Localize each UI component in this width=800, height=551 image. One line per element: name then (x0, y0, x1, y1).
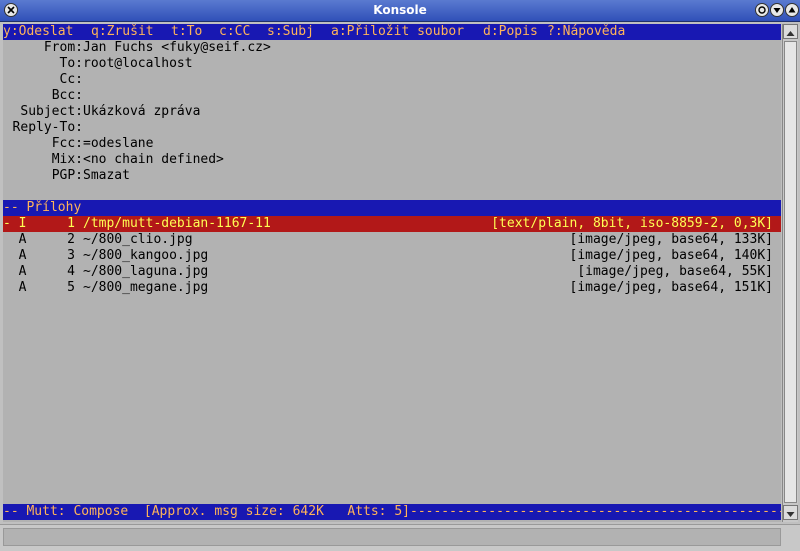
keybar-separator: : (10, 24, 19, 39)
maximize-button[interactable] (755, 3, 769, 17)
header-name: Reply-To: (12, 120, 83, 135)
keybar-key: t (171, 24, 179, 39)
header-field-cc[interactable]: Cc: (3, 72, 781, 88)
title-bar[interactable]: Konsole (0, 0, 800, 22)
keybar-key: s (267, 24, 275, 39)
header-value[interactable]: root@localhost (83, 56, 193, 72)
shade-button[interactable] (785, 3, 799, 17)
keybar-item-n-pov-da[interactable]: ?:Nápověda (547, 24, 625, 40)
attachment-row[interactable]: A 3 ~/800_kangoo.jpg [image/jpeg, base64, 1… (3, 248, 781, 264)
keybar-label: To (186, 24, 203, 39)
header-field-subject[interactable]: Subject: Ukázková zpráva (3, 104, 781, 120)
keybar-label: Zrušit (106, 24, 154, 39)
scrollbar[interactable] (782, 24, 798, 522)
attachment-number: 4 (67, 264, 75, 279)
keybar-separator: : (274, 24, 283, 39)
header-name: Cc: (59, 72, 83, 87)
attachment-path: ~/800_laguna.jpg (83, 264, 209, 279)
scroll-up-button[interactable] (783, 24, 798, 39)
header-value[interactable]: =odeslane (83, 136, 153, 152)
circle-icon (758, 6, 766, 14)
konsole-window: Konsole y:Odeslat q:Zrušit t:To c:CC s:Subj a… (0, 0, 800, 551)
keybar-item-cc[interactable]: c:CC (219, 24, 250, 40)
attachment-info: [text/plain, 8bit, iso-8859-2, 0,3K] (491, 216, 773, 231)
minimize-button[interactable] (770, 3, 784, 17)
window-title: Konsole (373, 3, 427, 17)
header-name: From: (43, 40, 83, 55)
header-value[interactable]: <no chain defined> (83, 152, 224, 168)
header-name: Bcc: (51, 88, 83, 103)
status-bar: -- Mutt: Compose [Approx. msg size: 642K… (3, 504, 781, 520)
arrow-down-icon (786, 512, 795, 517)
session-tab-area[interactable] (3, 528, 781, 546)
keybar-item-subj[interactable]: s:Subj (267, 24, 314, 40)
attachment-number: 1 (67, 216, 75, 231)
keybar-label: Nápověda (562, 24, 626, 39)
attachment-number: 3 (67, 248, 75, 263)
header-name: Subject: (20, 104, 83, 119)
bottom-panel (0, 524, 800, 551)
attachment-path: /tmp/mutt-debian-1167-11 (83, 216, 271, 231)
keybar-item-popis[interactable]: d:Popis (483, 24, 538, 40)
attachment-info: [image/jpeg, base64, 133K] (569, 232, 774, 247)
terminal-area[interactable]: y:Odeslat q:Zrušit t:To c:CC s:Subj a:Přiloži… (3, 24, 781, 522)
keybar-label: Popis (498, 24, 538, 39)
header-value[interactable]: Jan Fuchs <fuky@seif.cz> (83, 40, 271, 56)
attachment-row[interactable]: A 5 ~/800_megane.jpg [image/jpeg, base64, 1… (3, 280, 781, 296)
scroll-down-button[interactable] (783, 505, 798, 520)
header-field-mix[interactable]: Mix: <no chain defined> (3, 152, 781, 168)
header-field-pgp[interactable]: PGP: Smazat (3, 168, 781, 184)
keybar-label: Subj (282, 24, 314, 39)
attachment-row[interactable]: A 2 ~/800_clio.jpg [image/jpeg, base64, 133… (3, 232, 781, 248)
status-text: -- Mutt: Compose [Approx. msg size: 642K… (3, 504, 781, 519)
attachments-section-header: -- Přílohy (3, 200, 781, 216)
attachment-path: ~/800_megane.jpg (83, 280, 209, 295)
attachment-path: ~/800_kangoo.jpg (83, 248, 209, 263)
keybar-label: Odeslat (18, 24, 74, 39)
scrollbar-thumb[interactable] (784, 41, 797, 503)
arrow-up-icon (786, 31, 795, 36)
header-name: Fcc: (51, 136, 83, 151)
header-field-to[interactable]: To: root@localhost (3, 56, 781, 72)
keybar-key: d (483, 24, 491, 39)
attachments-title: -- Přílohy (3, 200, 82, 215)
keybar-key: a (331, 24, 339, 39)
header-value[interactable]: Smazat (83, 168, 130, 184)
keybar-separator: : (338, 24, 347, 39)
key-help-bar: y:Odeslat q:Zrušit t:To c:CC s:Subj a:Přiloži… (3, 24, 781, 40)
keybar-item-p-ilo-it-soubor[interactable]: a:Přiložit soubor (331, 24, 464, 40)
header-field-from[interactable]: From: Jan Fuchs <fuky@seif.cz> (3, 40, 781, 56)
attachment-row[interactable]: A 4 ~/800_laguna.jpg [image/jpeg, base64, 5… (3, 264, 781, 280)
keybar-key: y (3, 24, 11, 39)
attachment-number: 5 (67, 280, 75, 295)
keybar-label: Přiložit soubor (346, 24, 465, 39)
keybar-separator: : (490, 24, 499, 39)
header-field-bcc[interactable]: Bcc: (3, 88, 781, 104)
keybar-separator: : (98, 24, 107, 39)
attachment-info: [image/jpeg, base64, 140K] (569, 248, 774, 263)
header-name: To: (59, 56, 83, 71)
triangle-down-icon (773, 8, 781, 13)
header-value[interactable]: Ukázková zpráva (83, 104, 200, 120)
keybar-item-odeslat[interactable]: y:Odeslat (3, 24, 73, 40)
attachment-row[interactable]: - I 1/tmp/mutt-debian-1167-11 [text/plain,… (3, 216, 781, 232)
header-field-fcc[interactable]: Fcc: =odeslane (3, 136, 781, 152)
keybar-item-zru-it[interactable]: q:Zrušit (91, 24, 154, 40)
keybar-key: c (219, 24, 227, 39)
attachment-info: [image/jpeg, base64, 55K] (577, 264, 773, 279)
header-field-reply-to[interactable]: Reply-To: (3, 120, 781, 136)
keybar-item-to[interactable]: t:To (171, 24, 202, 40)
keybar-key: q (91, 24, 99, 39)
keybar-label: CC (234, 24, 251, 39)
triangle-up-icon (788, 7, 796, 13)
keybar-separator: : (554, 24, 563, 39)
attachment-number: 2 (67, 232, 75, 247)
attachment-info: [image/jpeg, base64, 151K] (569, 280, 774, 295)
keybar-separator: : (226, 24, 235, 39)
attachment-path: ~/800_clio.jpg (83, 232, 193, 247)
header-name: Mix: (51, 152, 83, 167)
keybar-key: ? (547, 24, 555, 39)
keybar-separator: : (178, 24, 187, 39)
header-name: PGP: (51, 168, 83, 183)
